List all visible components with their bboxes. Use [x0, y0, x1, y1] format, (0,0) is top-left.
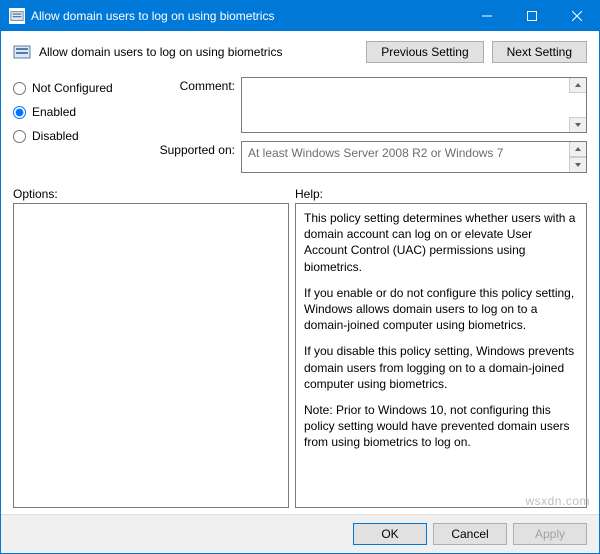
fields-column: Comment: Supported on: At least Windows … [143, 77, 587, 173]
radio-label: Enabled [32, 105, 76, 119]
help-pane[interactable]: This policy setting determines whether u… [295, 203, 587, 508]
scroll-up-button[interactable] [569, 142, 586, 157]
cancel-button[interactable]: Cancel [433, 523, 507, 545]
pane-labels: Options: Help: [1, 173, 599, 203]
help-paragraph: This policy setting determines whether u… [304, 210, 578, 275]
help-paragraph: If you disable this policy setting, Wind… [304, 343, 578, 392]
scroll-down-button[interactable] [569, 117, 586, 132]
dialog-buttons: OK Cancel Apply [1, 514, 599, 553]
apply-button[interactable]: Apply [513, 523, 587, 545]
radio-enabled[interactable]: Enabled [13, 105, 143, 119]
options-pane [13, 203, 289, 508]
comment-input[interactable] [241, 77, 587, 133]
radio-label: Not Configured [32, 81, 113, 95]
radio-disabled[interactable]: Disabled [13, 129, 143, 143]
supported-label: Supported on: [143, 141, 235, 157]
radio-label: Disabled [32, 129, 79, 143]
supported-field: Supported on: At least Windows Server 20… [143, 141, 587, 173]
help-paragraph: If you enable or do not configure this p… [304, 285, 578, 334]
radio-not-configured[interactable]: Not Configured [13, 81, 143, 95]
supported-on-box: At least Windows Server 2008 R2 or Windo… [241, 141, 587, 173]
minimize-button[interactable] [464, 1, 509, 31]
window-title: Allow domain users to log on using biome… [31, 9, 464, 23]
radio-enabled-input[interactable] [13, 106, 26, 119]
config-section: Not Configured Enabled Disabled Comment:… [1, 73, 599, 173]
panes: This policy setting determines whether u… [1, 203, 599, 514]
policy-icon [13, 43, 31, 61]
help-label: Help: [295, 187, 323, 201]
page-title: Allow domain users to log on using biome… [39, 45, 358, 59]
comment-label: Comment: [143, 77, 235, 93]
radio-disabled-input[interactable] [13, 130, 26, 143]
next-setting-button[interactable]: Next Setting [492, 41, 587, 63]
policy-icon [9, 8, 25, 24]
scroll-up-button[interactable] [569, 78, 586, 93]
maximize-button[interactable] [509, 1, 554, 31]
options-label: Options: [13, 187, 295, 201]
scroll-down-button[interactable] [569, 157, 586, 172]
header: Allow domain users to log on using biome… [1, 31, 599, 73]
previous-setting-button[interactable]: Previous Setting [366, 41, 483, 63]
ok-button[interactable]: OK [353, 523, 427, 545]
help-paragraph: Note: Prior to Windows 10, not configuri… [304, 402, 578, 451]
radio-not-configured-input[interactable] [13, 82, 26, 95]
titlebar: Allow domain users to log on using biome… [1, 1, 599, 31]
state-radio-group: Not Configured Enabled Disabled [13, 77, 143, 173]
supported-value: At least Windows Server 2008 R2 or Windo… [248, 146, 503, 160]
comment-field: Comment: [143, 77, 587, 133]
window-controls [464, 1, 599, 31]
close-button[interactable] [554, 1, 599, 31]
